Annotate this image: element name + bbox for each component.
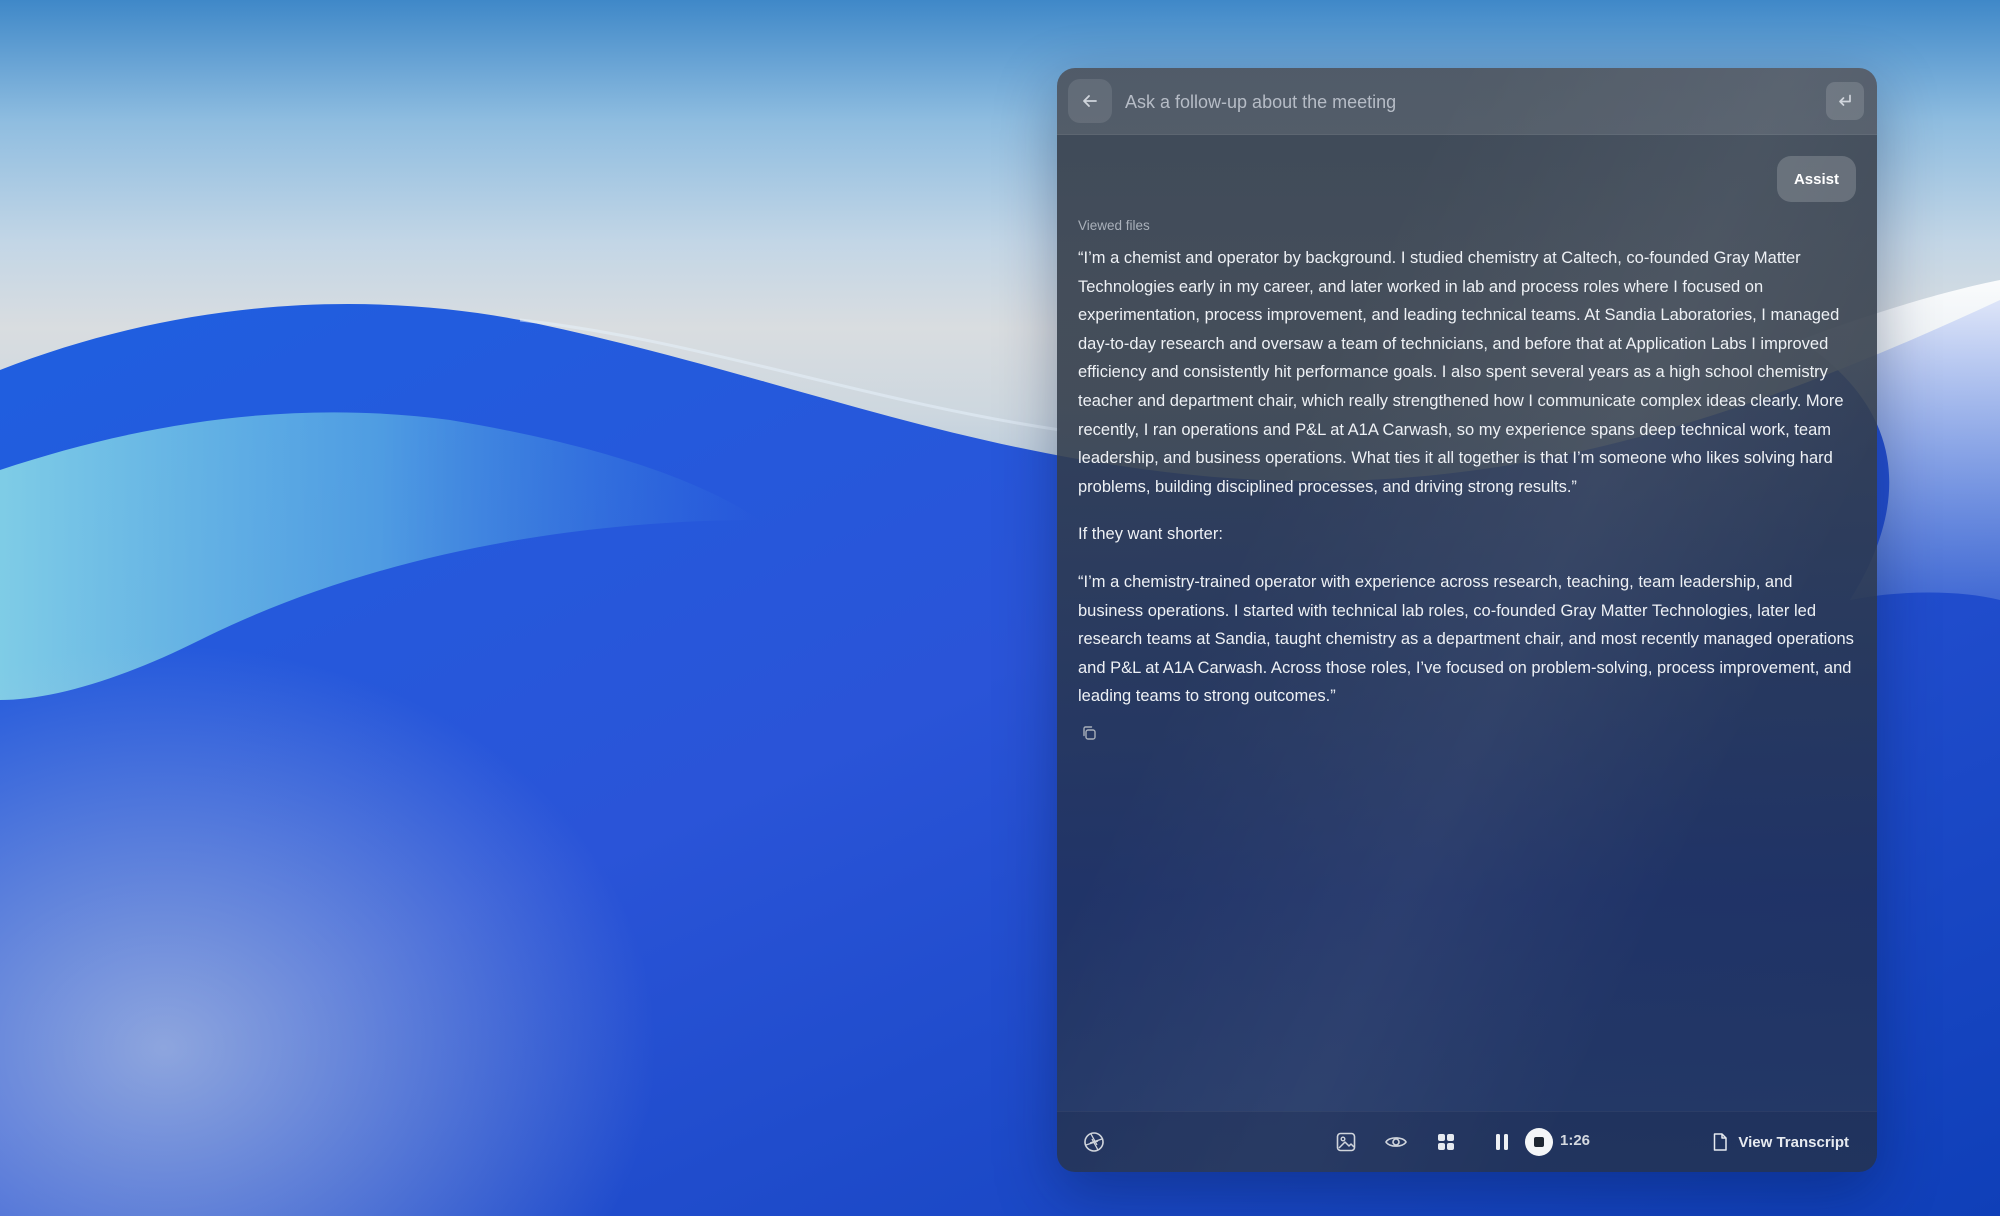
copy-button[interactable]: [1078, 722, 1100, 744]
image-icon: [1336, 1132, 1356, 1152]
aperture-button[interactable]: [1081, 1129, 1107, 1155]
follow-up-input[interactable]: [1123, 82, 1727, 122]
arrow-left-icon: [1083, 95, 1097, 107]
assistant-panel: Assist Viewed files “I’m a chemist and o…: [1057, 68, 1877, 1172]
view-screen-button[interactable]: [1383, 1129, 1409, 1155]
screenshot-button[interactable]: [1333, 1129, 1359, 1155]
response-paragraph: “I’m a chemistry-trained operator with e…: [1078, 572, 1854, 706]
desktop-wallpaper: Assist Viewed files “I’m a chemist and o…: [0, 0, 2000, 1216]
response-content: Viewed files “I’m a chemist and operator…: [1078, 216, 1858, 744]
viewed-files-label: Viewed files: [1078, 218, 1150, 233]
back-button[interactable]: [1068, 79, 1112, 123]
stop-button[interactable]: [1524, 1127, 1554, 1157]
aperture-icon: [1084, 1132, 1104, 1152]
stop-icon: [1525, 1128, 1553, 1156]
eye-icon: [1385, 1137, 1407, 1147]
copy-icon: [1083, 726, 1096, 740]
response-paragraph: If they want shorter:: [1078, 525, 1223, 544]
submit-button[interactable]: [1826, 82, 1864, 120]
enter-return-icon: [1839, 94, 1851, 106]
apps-button[interactable]: [1433, 1129, 1459, 1155]
view-transcript-label: View Transcript: [1738, 1133, 1849, 1151]
meeting-toolbar: 1:26 View Transcript: [1057, 1111, 1877, 1172]
pause-icon: [1496, 1134, 1508, 1150]
pause-button[interactable]: [1489, 1129, 1515, 1155]
recording-timer: 1:26: [1560, 1132, 1591, 1149]
follow-up-bar: [1057, 68, 1877, 135]
document-icon: [1714, 1133, 1728, 1151]
grid-icon: [1438, 1134, 1454, 1150]
response-paragraph: “I’m a chemist and operator by backgroun…: [1078, 249, 1844, 496]
assist-chip[interactable]: Assist: [1776, 156, 1856, 202]
view-transcript-button[interactable]: View Transcript: [1711, 1127, 1849, 1157]
